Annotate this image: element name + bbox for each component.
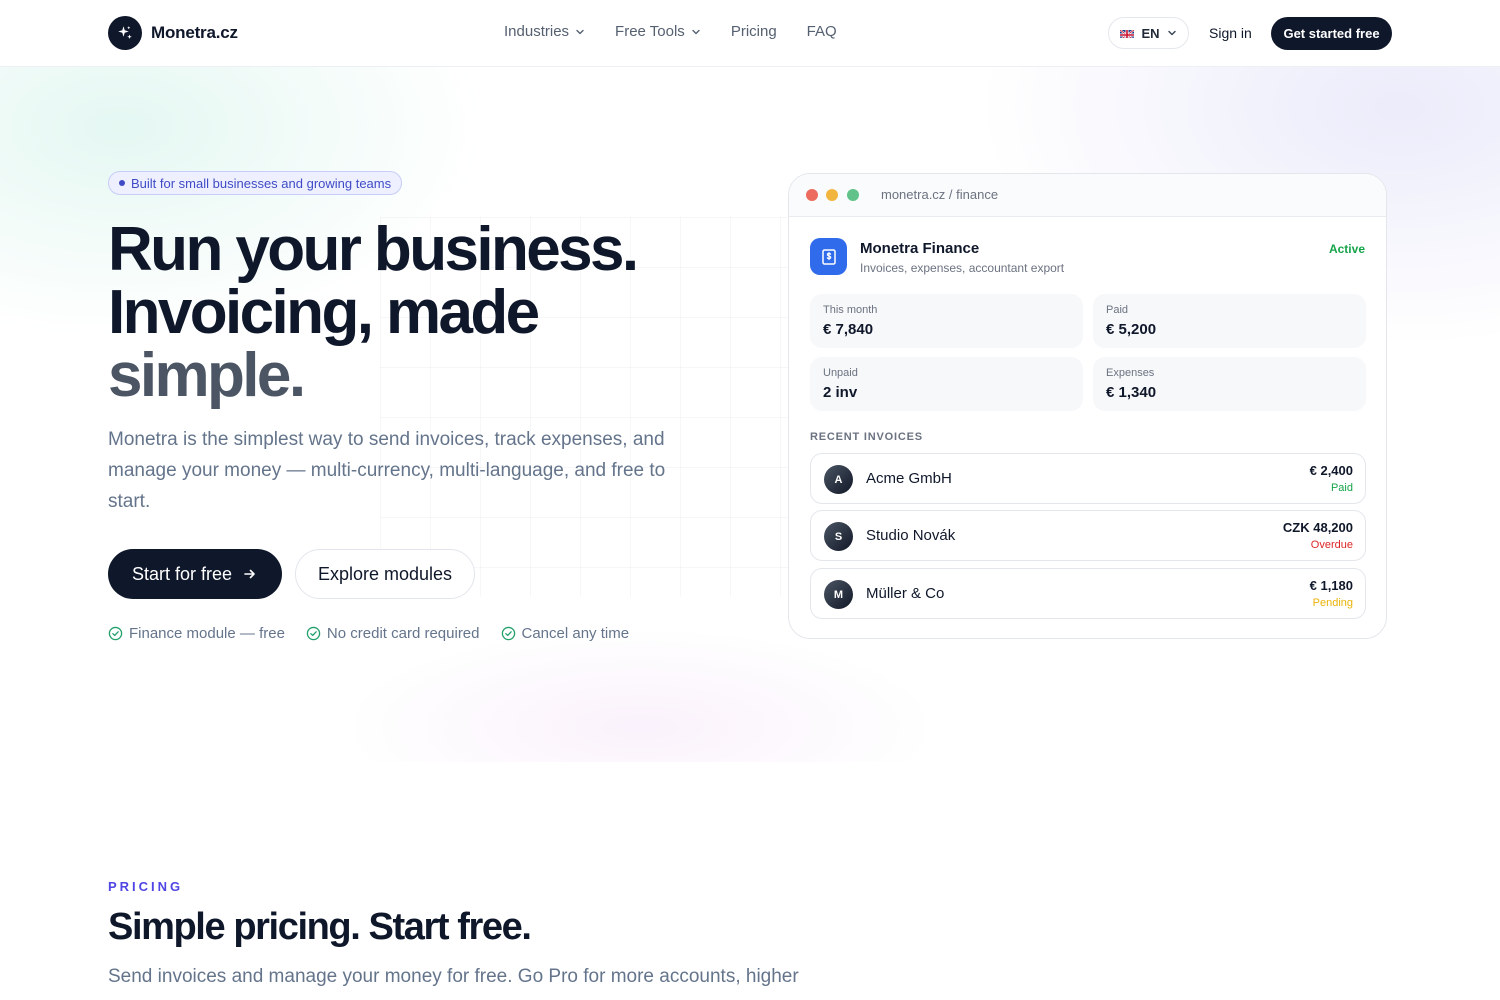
window-close-dot xyxy=(806,189,818,201)
stat-label: Expenses xyxy=(1106,367,1155,379)
stat-value: € 7,840 xyxy=(823,321,874,338)
window-minimize-dot xyxy=(826,189,838,201)
top-header: Monetra.cz Industries Free Tools Pricing… xyxy=(0,0,1500,67)
window-maximize-dot xyxy=(847,189,859,201)
check-item: Finance module — free xyxy=(108,625,285,642)
invoice-status: Paid xyxy=(1330,482,1353,494)
check-item-label: No credit card required xyxy=(326,625,480,642)
arrow-right-icon xyxy=(244,569,255,579)
stat-value: 2 inv xyxy=(823,384,858,401)
chevron-down-icon xyxy=(576,29,584,34)
stat-value: € 5,200 xyxy=(1106,321,1157,338)
main-nav: Industries Free Tools Pricing FAQ xyxy=(504,23,837,40)
check-circle-icon xyxy=(306,626,321,641)
sign-in-link[interactable]: Sign in xyxy=(1209,25,1252,41)
nav-industries[interactable]: Industries xyxy=(504,23,585,40)
nav-industries-label: Industries xyxy=(504,23,570,40)
badge-dot-icon xyxy=(119,180,125,186)
invoice-status: Pending xyxy=(1312,597,1353,609)
nav-pricing-label: Pricing xyxy=(730,23,777,40)
invoice-client-name: Studio Novák xyxy=(866,527,956,544)
status-badge: Active xyxy=(1328,242,1365,256)
pricing-title: Simple pricing. Start free. xyxy=(108,906,532,948)
hero-lead: Monetra is the simplest way to send invo… xyxy=(108,429,666,512)
check-circle-icon xyxy=(108,626,123,641)
headline-line-1: Run your business. xyxy=(108,215,639,284)
window-titlebar: monetra.cz / finance xyxy=(789,174,1386,217)
nav-pricing[interactable]: Pricing xyxy=(731,23,777,40)
invoice-row[interactable]: A Acme GmbH € 2,400 Paid xyxy=(810,453,1366,504)
recent-invoices-heading: RECENT INVOICES xyxy=(810,431,923,443)
dollar-document-icon xyxy=(810,238,847,275)
invoice-client-name: Acme GmbH xyxy=(866,470,952,487)
avatar: M xyxy=(824,580,853,609)
app-subtitle: Invoices, expenses, accountant export xyxy=(860,261,1065,275)
language-code: EN xyxy=(1141,25,1160,41)
check-item-label: Finance module — free xyxy=(129,625,285,642)
uk-flag-icon xyxy=(1120,28,1135,38)
avatar: S xyxy=(824,522,853,551)
app-title: Monetra Finance xyxy=(860,240,980,257)
pricing-eyebrow: PRICING xyxy=(108,879,184,894)
chevron-down-icon xyxy=(1167,30,1176,36)
hero-badge: Built for small businesses and growing t… xyxy=(108,171,403,195)
get-started-button[interactable]: Get started free xyxy=(1271,17,1392,50)
window-url: monetra.cz / finance xyxy=(881,187,999,202)
stat-value: € 1,340 xyxy=(1106,384,1157,401)
stat-label: This month xyxy=(823,304,878,316)
hero-headline: Run your business. Invoicing, made simpl… xyxy=(108,215,639,410)
check-item: Cancel any time xyxy=(501,625,630,642)
brand-logo[interactable]: Monetra.cz xyxy=(108,16,238,50)
nav-free-tools-label: Free Tools xyxy=(615,23,685,40)
brand-name: Monetra.cz xyxy=(151,23,238,42)
language-selector[interactable]: EN xyxy=(1108,17,1189,49)
explore-modules-button[interactable]: Explore modules xyxy=(295,549,475,599)
avatar: A xyxy=(824,465,853,494)
headline-line-3: simple. xyxy=(108,341,306,410)
hero-badge-text: Built for small businesses and growing t… xyxy=(131,175,392,191)
stat-card-unpaid: Unpaid 2 inv xyxy=(810,357,1083,411)
check-circle-icon xyxy=(501,626,515,641)
start-for-free-button[interactable]: Start for free xyxy=(108,549,282,599)
stat-label: Paid xyxy=(1106,304,1129,316)
hero-checklist: Finance module — free No credit card req… xyxy=(108,625,629,642)
stat-card-expenses: Expenses € 1,340 xyxy=(1093,357,1366,411)
stat-label: Unpaid xyxy=(823,367,858,379)
app-preview-window: monetra.cz / finance Monetra Finance Inv… xyxy=(788,173,1387,639)
headline-line-2: Invoicing, made xyxy=(108,278,540,347)
invoice-amount: € 1,180 xyxy=(1309,578,1353,593)
nav-faq-label: FAQ xyxy=(806,23,837,40)
invoice-client-name: Müller & Co xyxy=(866,585,945,602)
check-item-label: Cancel any time xyxy=(521,625,630,642)
invoice-row[interactable]: S Studio Novák CZK 48,200 Overdue xyxy=(810,510,1366,561)
invoice-amount: CZK 48,200 xyxy=(1282,520,1353,535)
invoice-status: Overdue xyxy=(1310,539,1353,551)
invoice-row[interactable]: M Müller & Co € 1,180 Pending xyxy=(810,568,1366,619)
nav-faq[interactable]: FAQ xyxy=(807,23,837,40)
check-item: No credit card required xyxy=(306,625,480,642)
stat-card-paid: Paid € 5,200 xyxy=(1093,294,1366,348)
stat-card-this-month: This month € 7,840 xyxy=(810,294,1083,348)
chevron-down-icon xyxy=(692,29,700,34)
start-for-free-label: Start for free xyxy=(131,563,233,584)
pricing-lead: Send invoices and manage your money for … xyxy=(108,966,799,987)
invoice-amount: € 2,400 xyxy=(1309,463,1353,478)
nav-free-tools[interactable]: Free Tools xyxy=(615,23,701,40)
sparkle-icon xyxy=(108,16,142,50)
